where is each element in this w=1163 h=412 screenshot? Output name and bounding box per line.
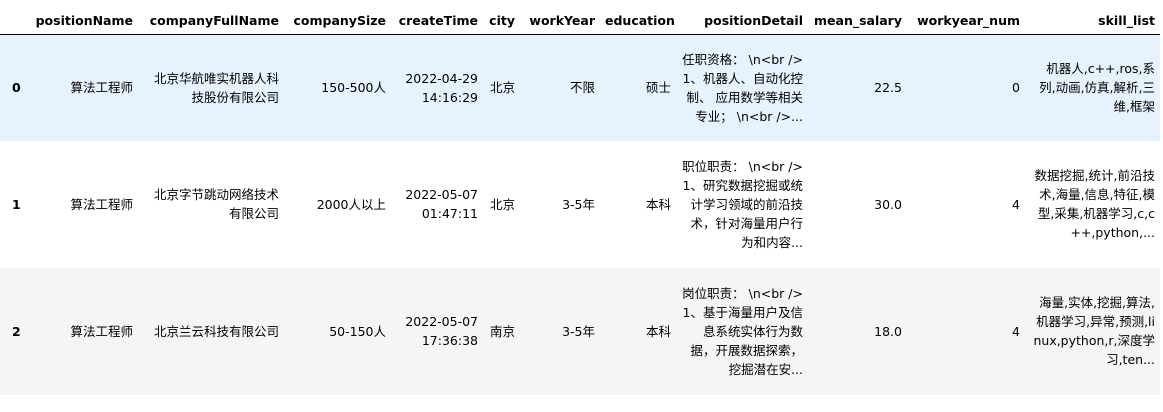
cell-createTime: 2022-04-29 14:16:29 xyxy=(405,70,478,105)
cell-mean_salary: 22.5 xyxy=(874,80,902,96)
cell-city: 南京 xyxy=(489,323,515,339)
table-row: 2 算法工程师 北京兰云科技有限公司 50-150人 2022-05-07 17… xyxy=(0,267,1160,395)
cell-education: 本科 xyxy=(645,323,671,339)
cell-workyear_num: 4 xyxy=(1012,323,1020,339)
cell-workYear: 3-5年 xyxy=(562,196,595,212)
header-workYear: workYear xyxy=(520,6,600,35)
cell-workYear: 不限 xyxy=(569,80,595,96)
dataframe-table: positionName companyFullName companySize… xyxy=(0,6,1160,395)
cell-companyFullName: 北京兰云科技有限公司 xyxy=(153,323,279,339)
table-body: 0 算法工程师 北京华航唯实机器人科技股份有限公司 150-500人 2022-… xyxy=(0,34,1160,395)
cell-createTime: 2022-05-07 01:47:11 xyxy=(405,187,478,221)
cell-positionName: 算法工程师 xyxy=(70,80,133,96)
header-row: positionName companyFullName companySize… xyxy=(0,6,1160,35)
cell-companyFullName: 北京华航唯实机器人科技股份有限公司 xyxy=(153,70,279,105)
header-mean_salary: mean_salary xyxy=(808,6,907,35)
cell-workyear_num: 4 xyxy=(1012,196,1020,212)
cell-companySize: 50-150人 xyxy=(329,323,386,339)
cell-positionDetail: 任职资格： \n<br />1、机器人、自动化控制、 应用数学等相关专业； \n… xyxy=(682,51,803,124)
cell-positionName: 算法工程师 xyxy=(70,323,133,339)
header-index xyxy=(0,6,30,35)
header-companySize: companySize xyxy=(284,6,391,35)
table-header: positionName companyFullName companySize… xyxy=(0,6,1160,35)
cell-mean_salary: 30.0 xyxy=(874,196,902,212)
header-positionDetail: positionDetail xyxy=(676,6,808,35)
header-city: city xyxy=(483,6,520,35)
header-education: education xyxy=(600,6,676,35)
header-createTime: createTime xyxy=(391,6,483,35)
cell-companyFullName: 北京字节跳动网络技术有限公司 xyxy=(153,187,279,221)
cell-education: 硕士 xyxy=(645,80,671,96)
cell-positionDetail: 岗位职责： \n<br />1、基于海量用户及信息系统实体行为数据，开展数据探索… xyxy=(682,285,803,377)
header-workyear_num: workyear_num xyxy=(907,6,1025,35)
cell-companySize: 2000人以上 xyxy=(316,196,386,212)
cell-createTime: 2022-05-07 17:36:38 xyxy=(405,314,478,348)
cell-city: 北京 xyxy=(489,80,515,96)
header-positionName: positionName xyxy=(30,6,138,35)
header-skill_list: skill_list xyxy=(1025,6,1160,35)
cell-workyear_num: 0 xyxy=(1012,80,1020,96)
cell-skill_list: 数据挖掘,统计,前沿技术,海量,信息,特征,模型,采集,机器学习,c,c++,p… xyxy=(1034,168,1155,240)
cell-skill_list: 海量,实体,挖掘,算法,机器学习,异常,预测,linux,python,r,深度… xyxy=(1033,295,1155,367)
cell-positionDetail: 职位职责： \n<br />1、研究数据挖掘或统计学习领域的前沿技术，针对海量用… xyxy=(682,158,803,250)
row-index: 2 xyxy=(12,323,21,339)
row-index: 1 xyxy=(12,196,21,212)
cell-mean_salary: 18.0 xyxy=(874,323,902,339)
table-row: 0 算法工程师 北京华航唯实机器人科技股份有限公司 150-500人 2022-… xyxy=(0,34,1160,141)
header-companyFullName: companyFullName xyxy=(138,6,284,35)
cell-education: 本科 xyxy=(645,196,671,212)
table-row: 1 算法工程师 北京字节跳动网络技术有限公司 2000人以上 2022-05-0… xyxy=(0,140,1160,268)
cell-positionName: 算法工程师 xyxy=(70,196,133,212)
cell-skill_list: 机器人,c++,ros,系列,动画,仿真,解析,三维,框架 xyxy=(1039,61,1155,115)
cell-companySize: 150-500人 xyxy=(321,80,386,96)
cell-workYear: 3-5年 xyxy=(562,323,595,339)
cell-city: 北京 xyxy=(489,196,515,212)
row-index: 0 xyxy=(12,80,21,96)
